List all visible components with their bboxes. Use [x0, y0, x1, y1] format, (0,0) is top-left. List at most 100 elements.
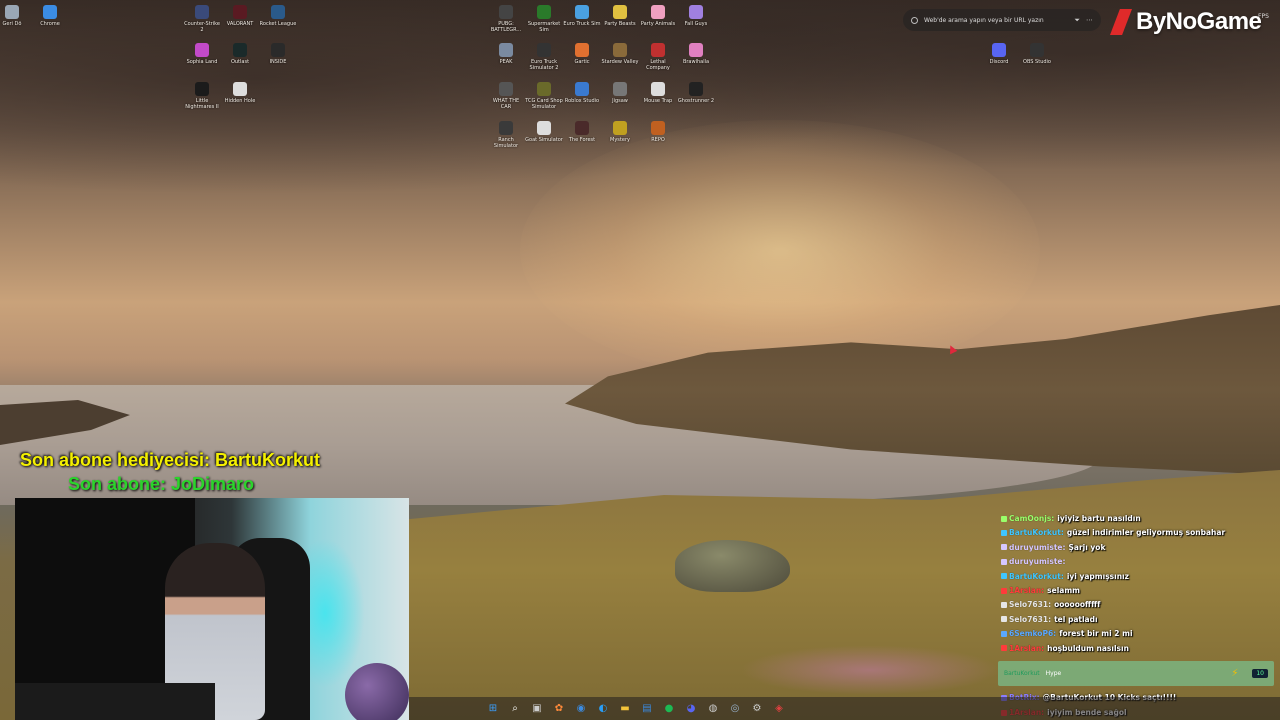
desktop-shortcut[interactable]: Party Animals: [639, 5, 677, 27]
desktop-shortcut[interactable]: Goat Simulator: [525, 121, 563, 143]
game-icon: [537, 121, 551, 135]
desktop-shortcut[interactable]: Rocket League: [259, 5, 297, 27]
desktop-shortcut[interactable]: Fall Guys: [677, 5, 715, 27]
desktop-shortcut[interactable]: The Forest: [563, 121, 601, 143]
chat-text: hoşbuldum nasılsın: [1047, 643, 1129, 653]
app-icon[interactable]: ◈: [771, 701, 787, 717]
lightning-icon: ⚡: [1231, 668, 1239, 679]
desktop-shortcut[interactable]: Euro Truck Simulator 2: [525, 43, 563, 71]
desktop-shortcut-label: Supermarket Sim: [527, 21, 561, 33]
desktop-shortcut[interactable]: Outlast: [221, 43, 259, 65]
desktop-shortcut[interactable]: Mouse Trap: [639, 82, 677, 104]
desktop-shortcut[interactable]: Brawlhalla: [677, 43, 715, 65]
chat-username[interactable]: Selo7631:: [1009, 615, 1051, 624]
desktop-shortcut[interactable]: Little Nightmares II: [183, 82, 221, 110]
store-icon[interactable]: ▤: [639, 701, 655, 717]
heather-flowers: [740, 645, 1000, 695]
hype-label: Hype: [1045, 670, 1062, 677]
chat-username[interactable]: CamOonjs:: [1009, 514, 1054, 523]
task-view-icon[interactable]: ▣: [529, 701, 545, 717]
obs-icon[interactable]: ◍: [705, 701, 721, 717]
desktop-shortcut[interactable]: Party Beasts: [601, 5, 639, 27]
desktop-shortcut[interactable]: Lethal Company: [639, 43, 677, 71]
steam-icon[interactable]: ◎: [727, 701, 743, 717]
browser-search-bar[interactable]: Web'de arama yapın veya bir URL yazın ⏷ …: [903, 9, 1101, 31]
start-icon[interactable]: ⊞: [485, 701, 501, 717]
search-icon[interactable]: ⌕: [507, 701, 523, 717]
desktop-shortcut[interactable]: VALORANT: [221, 5, 259, 27]
widgets-icon[interactable]: ✿: [551, 701, 567, 717]
filter-icon[interactable]: ⏷: [1074, 16, 1080, 25]
desktop-shortcut[interactable]: Jigsaw: [601, 82, 639, 104]
file-explorer-icon[interactable]: ▬: [617, 701, 633, 717]
discord-icon: [992, 43, 1006, 57]
desktop-shortcut[interactable]: Sophia Land: [183, 43, 221, 65]
game-icon: [537, 43, 551, 57]
chrome-icon: [43, 5, 57, 19]
edge-icon[interactable]: ◐: [595, 701, 611, 717]
chat-username[interactable]: 6SemkoP6:: [1009, 629, 1056, 638]
desktop-shortcut-label: PEAK: [499, 59, 513, 65]
desktop-shortcut[interactable]: PUBG: BATTLEGR...: [487, 5, 525, 33]
desktop-shortcut-label: Party Beasts: [604, 21, 636, 27]
desktop-shortcut-label: Euro Truck Simulator 2: [529, 59, 559, 71]
settings-icon[interactable]: ⚙: [749, 701, 765, 717]
desktop-shortcut[interactable]: TCG Card Shop Simulator: [525, 82, 563, 110]
desktop-shortcut-label: Ranch Simulator: [493, 137, 519, 149]
game-icon: [613, 43, 627, 57]
desktop-shortcut[interactable]: Counter-Strike 2: [183, 5, 221, 33]
chat-username[interactable]: 1Arslan:: [1009, 586, 1044, 595]
desktop-shortcut[interactable]: Ranch Simulator: [487, 121, 525, 149]
game-icon: [233, 5, 247, 19]
desktop-shortcut[interactable]: Gartic: [563, 43, 601, 65]
desktop-shortcut[interactable]: Discord: [980, 43, 1018, 65]
desktop-shortcut[interactable]: Roblox Studio: [563, 82, 601, 104]
desktop-shortcut[interactable]: Hidden Hole: [221, 82, 259, 104]
discord-icon[interactable]: ◕: [683, 701, 699, 717]
desktop-shortcut-label: Ghostrunner 2: [677, 98, 715, 104]
game-icon: [499, 82, 513, 96]
desktop-shortcut[interactable]: Stardew Valley: [601, 43, 639, 65]
game-icon: [195, 82, 209, 96]
desktop-shortcut-label: Sophia Land: [186, 59, 218, 65]
badge-icon: [1001, 645, 1007, 652]
chrome-icon[interactable]: ◉: [573, 701, 589, 717]
desktop-shortcut[interactable]: Supermarket Sim: [525, 5, 563, 33]
chat-text: oooooofffff: [1054, 600, 1101, 610]
more-icon[interactable]: ⋯: [1086, 16, 1093, 24]
desktop-shortcut[interactable]: OBS Studio: [1018, 43, 1056, 65]
desktop-shortcut[interactable]: REPO: [639, 121, 677, 143]
desktop-shortcut[interactable]: Chrome: [31, 5, 69, 27]
badge-icon: [1001, 601, 1007, 608]
webcam-desk: [15, 683, 215, 720]
sunset-glow: [520, 120, 1040, 380]
desktop-shortcut[interactable]: INSIDE: [259, 43, 297, 65]
chat-username[interactable]: Selo7631:: [1009, 600, 1051, 609]
desktop-shortcut-label: Discord: [989, 59, 1009, 65]
desktop-shortcut[interactable]: Ghostrunner 2: [677, 82, 715, 104]
game-icon: [651, 5, 665, 19]
chat-message: BartuKorkut: güzel indirimler geliyormuş …: [1001, 526, 1225, 539]
chat-message: 1Arslan: hoşbuldum nasılsın: [1001, 642, 1129, 655]
chat-message: duruyumiste:: [1001, 555, 1069, 568]
chat-username[interactable]: 1Arslan:: [1009, 644, 1044, 653]
game-icon: [499, 5, 513, 19]
badge-icon: [1001, 630, 1007, 637]
game-icon: [651, 82, 665, 96]
game-icon: [233, 82, 247, 96]
chat-text: tel patladı: [1054, 614, 1098, 624]
desktop-shortcut[interactable]: PEAK: [487, 43, 525, 65]
hype-user: BartuKorkut: [1004, 670, 1040, 677]
spotify-icon[interactable]: ●: [661, 701, 677, 717]
chat-username[interactable]: duruyumiste:: [1009, 557, 1066, 566]
chat-username[interactable]: BartuKorkut:: [1009, 528, 1064, 537]
game-icon: [575, 43, 589, 57]
desktop-shortcut[interactable]: WHAT THE CAR: [487, 82, 525, 110]
desktop-shortcut[interactable]: Geri Dö: [0, 5, 31, 27]
game-icon: [651, 43, 665, 57]
desktop-shortcut[interactable]: Euro Truck Sim: [563, 5, 601, 27]
chat-username[interactable]: duruyumiste:: [1009, 543, 1066, 552]
desktop-shortcut-label: Little Nightmares II: [185, 98, 219, 110]
desktop-shortcut[interactable]: Mystery: [601, 121, 639, 143]
chat-username[interactable]: BartuKorkut:: [1009, 572, 1064, 581]
